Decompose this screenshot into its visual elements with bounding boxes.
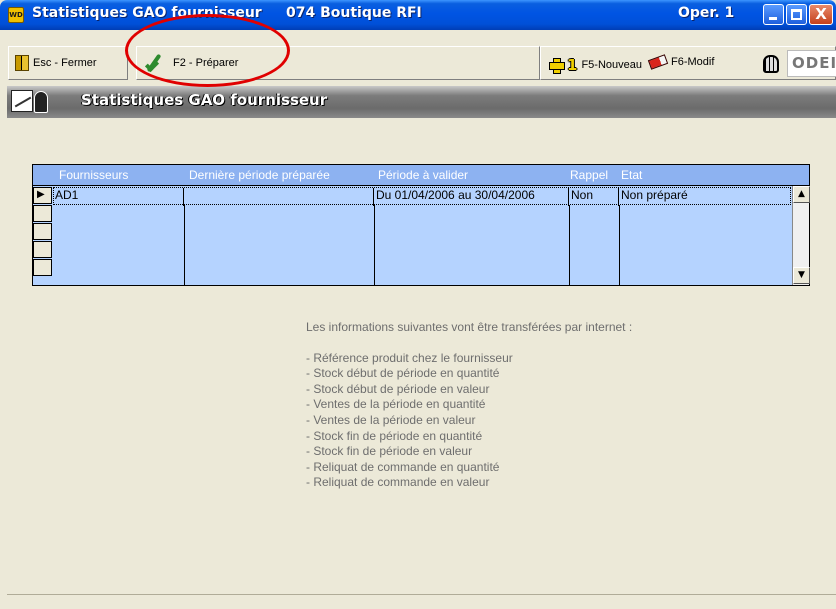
new-button[interactable]: 1 F5-Nouveau — [549, 56, 642, 74]
column-divider — [569, 205, 570, 285]
table-header: Fournisseurs Dernière période préparée P… — [33, 165, 809, 186]
window-title: Statistiques GAO fournisseur — [32, 5, 262, 21]
person-icon — [34, 91, 48, 113]
transfer-info-intro: Les informations suivantes vont être tra… — [306, 320, 633, 334]
column-header-etat[interactable]: Etat — [621, 168, 642, 182]
exit-icon — [15, 55, 29, 71]
cell-etat[interactable]: Non préparé — [619, 188, 791, 206]
minimize-icon — [769, 17, 777, 20]
column-divider — [619, 205, 620, 285]
esc-close-button[interactable]: Esc - Fermer — [8, 46, 128, 80]
title-bar: WD Statistiques GAO fournisseur 074 Bout… — [0, 0, 836, 30]
row-selector[interactable] — [33, 241, 52, 258]
toolbar-actions: 1 F5-Nouveau F6-Modif ODEIS — [540, 46, 836, 80]
transfer-info-item: - Ventes de la période en valeur — [306, 412, 476, 427]
new-key-digit: 1 — [567, 56, 578, 74]
prepare-label: F2 - Préparer — [173, 57, 239, 69]
close-icon: X — [815, 5, 827, 23]
maximize-icon — [791, 9, 802, 20]
delete-button[interactable] — [763, 55, 783, 73]
footer-divider — [7, 594, 836, 595]
chart-icon — [11, 90, 33, 112]
transfer-info-item: - Stock début de période en quantité — [306, 366, 500, 381]
column-header-fournisseurs[interactable]: Fournisseurs — [59, 168, 128, 182]
cell-periode-a-valider[interactable]: Du 01/04/2006 au 30/04/2006 — [374, 188, 569, 206]
trash-icon — [763, 55, 779, 73]
row-selector[interactable] — [33, 205, 52, 222]
column-header-rappel[interactable]: Rappel — [570, 168, 608, 182]
transfer-info: Les informations suivantes vont être tra… — [306, 320, 632, 491]
suppliers-table: Fournisseurs Dernière période préparée P… — [32, 164, 810, 286]
column-header-periode-a-valider[interactable]: Période à valider — [378, 168, 468, 182]
column-header-derniere-periode[interactable]: Dernière période préparée — [189, 168, 330, 182]
transfer-info-item: - Stock fin de période en quantité — [306, 428, 483, 443]
page-header: Statistiques GAO fournisseur — [7, 86, 836, 118]
eraser-icon — [647, 54, 669, 70]
cell-fournisseur[interactable]: AD1 — [53, 188, 184, 206]
esc-close-label: Esc - Fermer — [33, 57, 97, 69]
plus-icon — [549, 58, 565, 74]
minimize-button[interactable] — [763, 4, 784, 25]
row-selector[interactable] — [33, 259, 52, 276]
store-name: 074 Boutique RFI — [286, 5, 422, 21]
table-scrollbar[interactable]: ▲ ▼ — [792, 186, 810, 285]
prepare-button[interactable]: F2 - Préparer — [136, 46, 540, 80]
operator-label: Oper. 1 — [678, 5, 735, 21]
column-divider — [184, 205, 185, 285]
page-title: Statistiques GAO fournisseur — [81, 91, 328, 109]
cell-rappel[interactable]: Non — [569, 188, 619, 206]
close-button[interactable]: X — [809, 4, 833, 25]
transfer-info-item: - Référence produit chez le fournisseur — [306, 350, 513, 365]
check-icon — [143, 52, 169, 74]
scroll-down-icon[interactable]: ▼ — [793, 267, 810, 284]
app-icon: WD — [8, 7, 24, 23]
transfer-info-item: - Reliquat de commande en valeur — [306, 475, 490, 490]
row-selector[interactable] — [33, 223, 52, 240]
cell-derniere-periode[interactable] — [184, 188, 374, 206]
modify-button[interactable]: F6-Modif — [647, 54, 715, 70]
column-divider — [374, 205, 375, 285]
toolbar: Esc - Fermer F2 - Préparer 1 F5-Nouveau … — [0, 46, 836, 80]
transfer-info-item: - Stock début de période en valeur — [306, 381, 490, 396]
scroll-up-icon[interactable]: ▲ — [793, 186, 810, 203]
transfer-info-item: - Stock fin de période en valeur — [306, 444, 473, 459]
transfer-info-item: - Reliquat de commande en quantité — [306, 459, 500, 474]
row-selector-current[interactable] — [33, 187, 52, 204]
maximize-button[interactable] — [786, 4, 807, 25]
odeis-logo: ODEIS — [787, 50, 836, 77]
modify-label: F6-Modif — [671, 56, 715, 68]
transfer-info-item: - Ventes de la période en quantité — [306, 397, 486, 412]
new-label: F5-Nouveau — [581, 59, 642, 71]
